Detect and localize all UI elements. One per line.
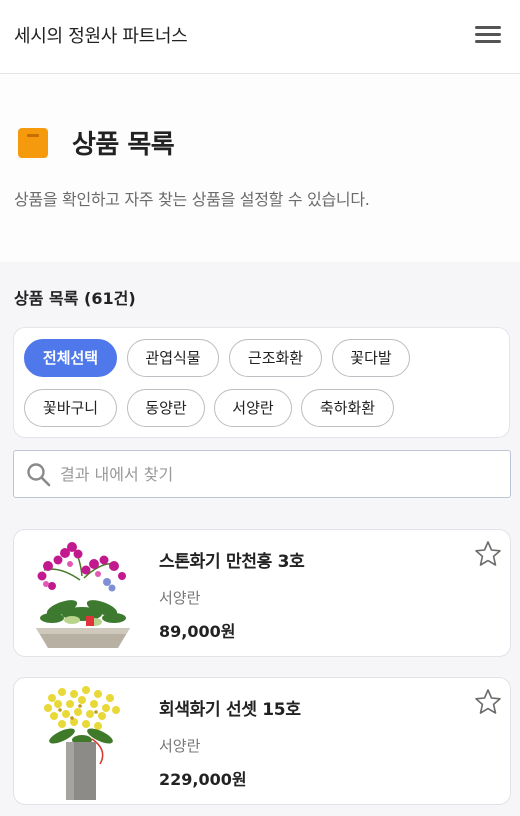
- filter-chip-oriental-orchid[interactable]: 동양란: [127, 389, 205, 427]
- favorite-star-icon[interactable]: [474, 688, 502, 716]
- favorite-star-icon[interactable]: [474, 540, 502, 568]
- filter-chip-foliage[interactable]: 관엽식물: [127, 339, 219, 377]
- product-category: 서양란: [159, 589, 201, 607]
- product-image-purple-orchid: [36, 542, 130, 648]
- menu-line: [475, 26, 501, 29]
- search-input[interactable]: [60, 451, 500, 497]
- filter-chip-western-orchid[interactable]: 서양란: [214, 389, 292, 427]
- filter-chip-flower-basket[interactable]: 꽃바구니: [24, 389, 117, 427]
- product-count-heading: 상품 목록 (61건): [14, 289, 136, 308]
- product-name: 회색화기 선셋 15호: [159, 700, 301, 720]
- search-box: [13, 450, 511, 498]
- filter-chip-all[interactable]: 전체선택: [24, 339, 117, 377]
- product-category: 서양란: [159, 737, 201, 755]
- box-icon: [18, 128, 48, 158]
- product-price: 229,000원: [159, 770, 247, 789]
- filter-chip-celebration-wreath[interactable]: 축하화환: [301, 389, 394, 427]
- search-icon: [27, 463, 51, 487]
- top-bar: 세시의 정원사 파트너스: [0, 0, 520, 74]
- filter-chip-bouquet[interactable]: 꽃다발: [332, 339, 410, 377]
- product-card[interactable]: 회색화기 선셋 15호 서양란 229,000원: [13, 677, 511, 805]
- page-description: 상품을 확인하고 자주 찾는 상품을 설정할 수 있습니다.: [14, 190, 370, 209]
- category-filter-panel: 전체선택 관엽식물 근조화환 꽃다발 꽃바구니 동양란 서양란 축하화환: [13, 327, 510, 438]
- app-title[interactable]: 세시의 정원사 파트너스: [14, 22, 188, 48]
- product-card[interactable]: 스톤화기 만천홍 3호 서양란 89,000원: [13, 529, 511, 657]
- product-image-yellow-orchid: [44, 686, 120, 800]
- product-name: 스톤화기 만천홍 3호: [159, 552, 305, 572]
- product-price: 89,000원: [159, 622, 236, 641]
- page-header: 상품 목록 상품을 확인하고 자주 찾는 상품을 설정할 수 있습니다.: [0, 74, 520, 262]
- filter-chip-funeral-wreath[interactable]: 근조화환: [229, 339, 322, 377]
- product-list-section: 상품 목록 (61건) 전체선택 관엽식물 근조화환 꽃다발 꽃바구니 동양란 …: [0, 262, 520, 816]
- page-title: 상품 목록: [72, 130, 175, 160]
- hamburger-menu-icon[interactable]: [474, 24, 502, 46]
- menu-line: [475, 40, 501, 43]
- menu-line: [475, 33, 501, 36]
